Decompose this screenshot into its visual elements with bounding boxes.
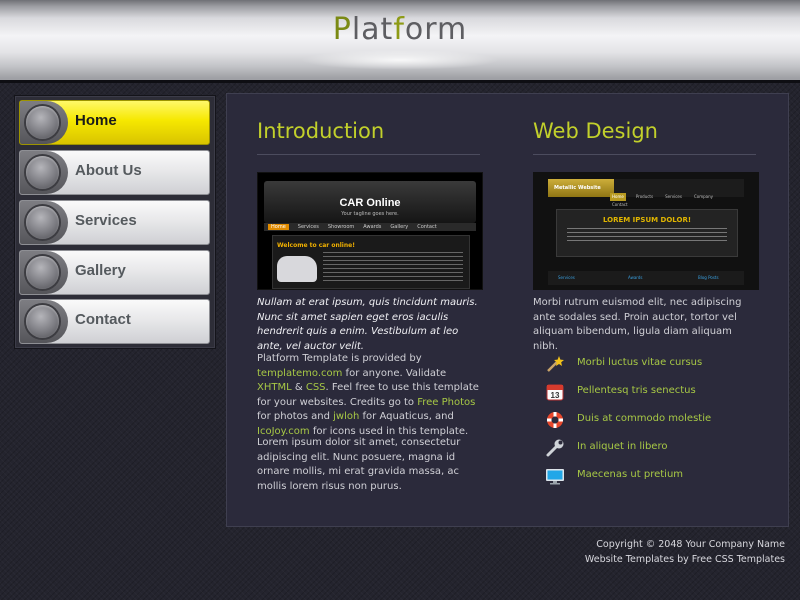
wd-thumb-panel: LOREM IPSUM DOLOR!	[556, 209, 738, 257]
credits-text: for icons used in this template.	[309, 425, 469, 437]
feature-label: Maecenas ut pretium	[577, 469, 684, 480]
wd-thumb-text-lines	[567, 228, 727, 242]
main-content: Introduction CAR Online Your tagline goe…	[226, 93, 789, 527]
footer-credits: Website Templates by Free CSS Templates	[585, 552, 785, 567]
lifebuoy-icon	[545, 410, 565, 430]
jwloh-link[interactable]: jwloh	[333, 411, 359, 422]
nav-cap	[20, 101, 68, 144]
credits-text: &	[291, 382, 306, 393]
credits-paragraph: Platform Template is provided by templat…	[257, 352, 481, 439]
credits-text: for photos and	[257, 411, 334, 422]
wd-thumb-footer: Services Awards Blog Posts	[548, 271, 744, 285]
nav-cap	[20, 251, 68, 294]
feature-label: Pellentesq tris senectus	[577, 385, 696, 396]
nav-label: Gallery	[75, 262, 126, 279]
car-thumb-tagline: Your tagline goes here.	[341, 211, 399, 217]
feature-label: Duis at commodo molestie	[577, 413, 712, 424]
nav-item-home[interactable]: Home	[19, 100, 210, 145]
nav-item-services[interactable]: Services	[19, 200, 210, 245]
site-header: Platform	[0, 0, 800, 83]
car-thumb-welcome: Welcome to car online!	[277, 242, 355, 249]
nav-cap	[20, 151, 68, 194]
car-thumb-menu-item: Awards	[363, 224, 382, 230]
car-thumb-menu: Home Services Showroom Awards Gallery Contact	[264, 223, 476, 231]
wd-thumb-menu-item: Services	[665, 194, 682, 199]
monitor-icon	[545, 466, 565, 486]
nav-item-contact[interactable]: Contact	[19, 299, 210, 344]
copyright-text: Copyright © 2048 Your Company Name	[596, 539, 785, 550]
wd-thumb-footer-item: Services	[558, 275, 575, 280]
templatemo-link[interactable]: templatemo.com	[257, 368, 342, 379]
feature-label: Morbi luctus vitae cursus	[577, 357, 703, 368]
nav-item-about-us[interactable]: About Us	[19, 150, 210, 195]
credits-text: for Aquaticus, and	[359, 411, 454, 422]
introduction-heading: Introduction	[257, 119, 385, 143]
car-thumb-menu-item: Gallery	[390, 224, 409, 230]
car-thumb-menu-item: Services	[297, 224, 319, 230]
web-design-heading: Web Design	[533, 119, 658, 143]
site-footer: Copyright © 2048 Your Company Name Websi…	[585, 537, 785, 567]
web-design-description: Morbi rutrum euismod elit, nec adipiscin…	[533, 297, 742, 352]
site-title-letter-p: P	[332, 12, 352, 47]
credits-text: for anyone. Validate	[342, 367, 447, 379]
wd-thumb-heading: LOREM IPSUM DOLOR!	[602, 216, 692, 224]
site-title-letter-f: f	[393, 12, 405, 47]
nav-label: Services	[75, 212, 137, 229]
nav-cap	[20, 201, 68, 244]
web-design-thumbnail[interactable]: Metallic Website Home Products Services Com…	[533, 172, 759, 290]
feature-label: In aliquet in libero	[577, 441, 668, 452]
nav-knob-icon	[26, 156, 59, 189]
credits-text: Platform Template is provided by	[257, 353, 422, 364]
car-thumb-body: Welcome to car online!	[272, 235, 470, 289]
wd-thumb-menu-item: Home	[610, 193, 626, 201]
car-thumb-menu-item: Home	[268, 224, 289, 230]
car-image	[277, 256, 317, 282]
heading-divider	[533, 154, 756, 155]
wd-thumb-menu-item: Company	[693, 194, 713, 199]
sidebar-nav: Home About Us Services Gallery Contact	[14, 95, 216, 349]
calendar-day: 13	[551, 391, 560, 400]
wd-thumb-logo: Metallic Website	[548, 179, 614, 197]
nav-knob-icon	[26, 305, 59, 338]
site-title[interactable]: Platform	[0, 12, 800, 47]
car-thumb-title: CAR Online	[339, 197, 401, 209]
heading-divider	[257, 154, 480, 155]
footer-by-text: by	[674, 554, 692, 565]
nav-knob-icon	[26, 256, 59, 289]
wd-thumb-menu-item: Contact	[612, 202, 628, 207]
intro-italic-text: Nullam at erat ipsum, quis tincidunt mau…	[257, 297, 478, 352]
nav-knob-icon	[26, 106, 59, 139]
nav-knob-icon	[26, 206, 59, 239]
car-thumb-text-lines	[323, 252, 463, 282]
magic-wand-icon	[545, 354, 565, 374]
car-thumb-menu-item: Contact	[417, 224, 437, 230]
car-thumb-menu-item: Showroom	[327, 224, 355, 230]
free-photos-link[interactable]: Free Photos	[417, 397, 475, 408]
site-title-lat: lat	[351, 12, 394, 47]
css-link[interactable]: CSS	[306, 382, 326, 393]
nav-cap	[20, 300, 68, 343]
website-templates-link[interactable]: Website Templates	[585, 554, 674, 565]
nav-label: Home	[75, 112, 117, 129]
nav-label: Contact	[75, 311, 131, 328]
icojoy-link[interactable]: IcoJoy.com	[257, 426, 310, 437]
wd-thumb-menu: Home Products Services Company Contact	[610, 193, 740, 207]
nav-label: About Us	[75, 162, 142, 179]
calendar-icon: 13	[545, 382, 565, 402]
xhtml-link[interactable]: XHTML	[257, 382, 292, 393]
car-online-thumbnail[interactable]: CAR Online Your tagline goes here. Home S…	[257, 172, 483, 290]
wd-thumb-footer-item: Blog Posts	[698, 275, 719, 280]
site-title-orm: orm	[404, 12, 468, 47]
wd-thumb-menu-item: Products	[635, 194, 654, 199]
wd-thumb-footer-item: Awards	[628, 275, 643, 280]
car-thumb-header: CAR Online Your tagline goes here.	[264, 181, 476, 223]
nav-item-gallery[interactable]: Gallery	[19, 250, 210, 295]
wrench-icon	[545, 438, 565, 458]
free-css-templates-link[interactable]: Free CSS Templates	[692, 554, 785, 565]
lorem-paragraph: Lorem ipsum dolor sit amet, consectetur …	[257, 437, 461, 492]
